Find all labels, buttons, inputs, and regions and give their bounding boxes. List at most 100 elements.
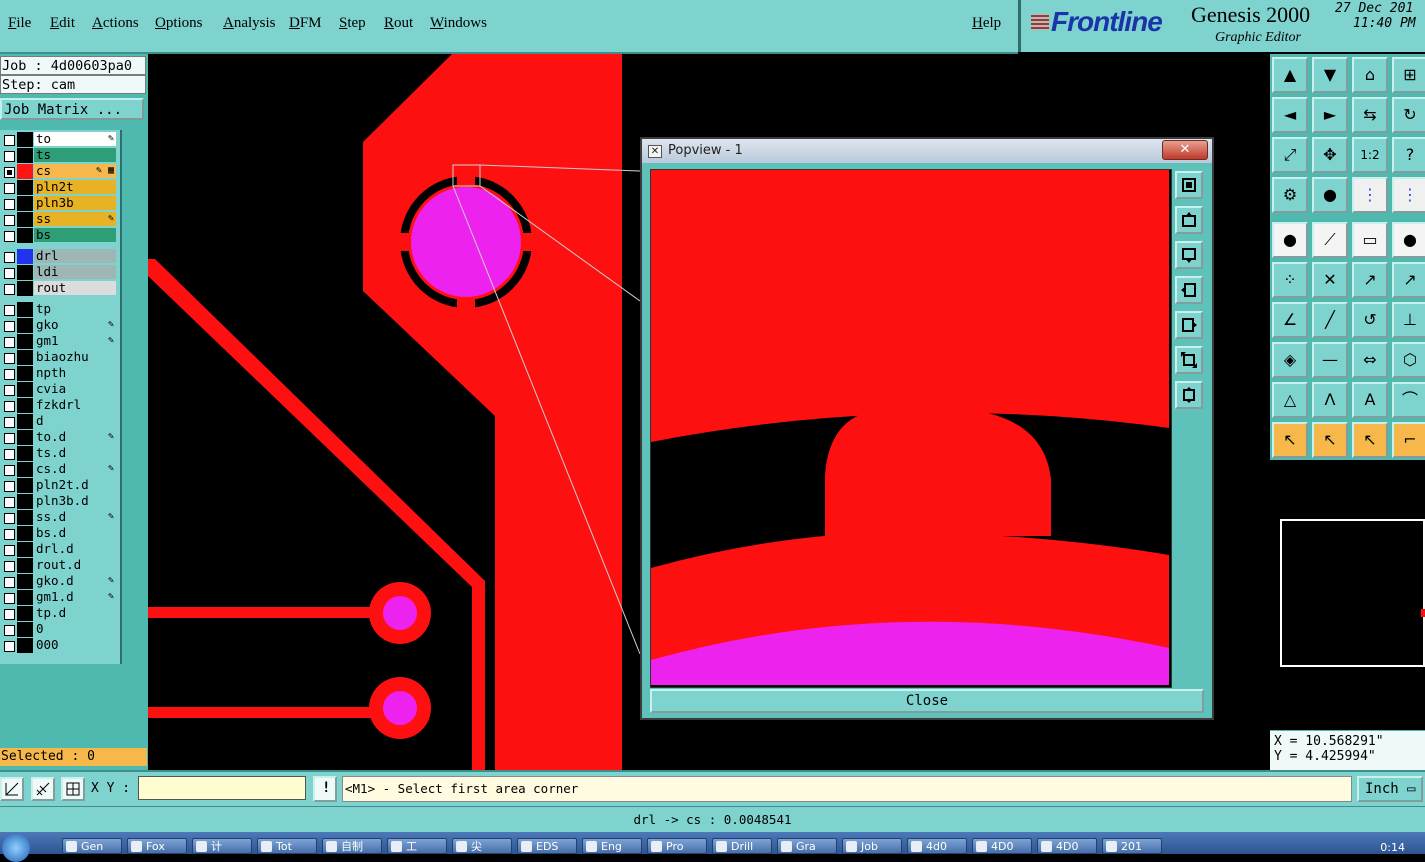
layer-row[interactable]: ts.d bbox=[1, 446, 118, 461]
taskbar-item[interactable]: Pro bbox=[647, 838, 707, 854]
window-close-button[interactable]: ✕ bbox=[1162, 140, 1208, 160]
layer-row[interactable]: cs ✎ ▦ bbox=[1, 164, 118, 179]
tool-button-select-box[interactable]: ↖ bbox=[1312, 422, 1348, 458]
layer-checkbox[interactable] bbox=[4, 465, 15, 476]
tool-button-line-edit[interactable]: ↗ bbox=[1392, 262, 1425, 298]
layer-color-swatch[interactable] bbox=[17, 334, 33, 349]
layer-name[interactable]: tp bbox=[34, 302, 116, 316]
layer-color-swatch[interactable] bbox=[17, 462, 33, 477]
menu-windows[interactable]: Windows bbox=[430, 15, 487, 32]
layer-name[interactable]: drl bbox=[34, 249, 116, 263]
layer-color-swatch[interactable] bbox=[17, 249, 33, 264]
layer-checkbox[interactable] bbox=[4, 268, 15, 279]
layer-name[interactable]: 0 bbox=[34, 622, 116, 636]
menu-rout[interactable]: Rout bbox=[384, 15, 413, 32]
layer-color-swatch[interactable] bbox=[17, 350, 33, 365]
layer-color-swatch[interactable] bbox=[17, 281, 33, 296]
menu-step[interactable]: Step bbox=[339, 15, 366, 32]
layer-checkbox[interactable] bbox=[4, 529, 15, 540]
layer-color-swatch[interactable] bbox=[17, 366, 33, 381]
tool-button-ruler[interactable]: ▭ bbox=[1352, 222, 1388, 258]
pv-zoom-in-button[interactable] bbox=[1175, 346, 1203, 374]
pv-zoom-out-button[interactable] bbox=[1175, 381, 1203, 409]
tool-button-triangle[interactable]: △ bbox=[1272, 382, 1308, 418]
taskbar-item[interactable]: 4d0 bbox=[907, 838, 967, 854]
layer-name[interactable]: cs.d bbox=[34, 462, 116, 476]
tool-button-select-net[interactable]: ↖ bbox=[1352, 422, 1388, 458]
tool-button-add-pad[interactable]: ⁘ bbox=[1272, 262, 1308, 298]
layer-row[interactable]: npth bbox=[1, 366, 118, 381]
pv-pan-down-button[interactable] bbox=[1175, 241, 1203, 269]
layer-checkbox[interactable] bbox=[4, 561, 15, 572]
layer-color-swatch[interactable] bbox=[17, 398, 33, 413]
layer-row[interactable]: pln2t bbox=[1, 180, 118, 195]
layer-name[interactable]: pln3b.d bbox=[34, 494, 116, 508]
layer-checkbox[interactable] bbox=[4, 167, 15, 178]
layer-row[interactable]: bs bbox=[1, 228, 118, 243]
units-selector[interactable]: Inch ▭ bbox=[1357, 776, 1423, 802]
tool-button-home-down[interactable]: ▼ bbox=[1312, 57, 1348, 93]
layer-name[interactable]: ts.d bbox=[34, 446, 116, 460]
tool-button-scale-1to1[interactable]: 1:2 bbox=[1352, 137, 1388, 173]
job-matrix-button[interactable]: Job Matrix ... bbox=[0, 98, 144, 120]
menu-options[interactable]: Options bbox=[155, 15, 203, 32]
layer-checkbox[interactable] bbox=[4, 337, 15, 348]
taskbar-item[interactable]: Gen bbox=[62, 838, 122, 854]
layer-row[interactable]: biaozhu bbox=[1, 350, 118, 365]
layer-color-swatch[interactable] bbox=[17, 302, 33, 317]
tool-button-select-arrow[interactable]: ↖ bbox=[1272, 422, 1308, 458]
tool-button-netlist[interactable]: ⋮ bbox=[1392, 177, 1425, 213]
layer-color-swatch[interactable] bbox=[17, 446, 33, 461]
layer-color-swatch[interactable] bbox=[17, 414, 33, 429]
layer-color-swatch[interactable] bbox=[17, 318, 33, 333]
layer-row[interactable]: pln3b.d bbox=[1, 494, 118, 509]
layer-name[interactable]: tp.d bbox=[34, 606, 116, 620]
layer-row[interactable]: gko ✎ bbox=[1, 318, 118, 333]
tool-button-snap-grid[interactable]: ⊞ bbox=[1392, 57, 1425, 93]
taskbar-item[interactable]: Eng bbox=[582, 838, 642, 854]
layer-checkbox[interactable] bbox=[4, 609, 15, 620]
layer-name[interactable]: pln2t.d bbox=[34, 478, 116, 492]
taskbar-item[interactable]: 201 bbox=[1102, 838, 1162, 854]
layer-checkbox[interactable] bbox=[4, 481, 15, 492]
layer-color-swatch[interactable] bbox=[17, 212, 33, 227]
layer-checkbox[interactable] bbox=[4, 641, 15, 652]
layer-name[interactable]: drl.d bbox=[34, 542, 116, 556]
taskbar-item[interactable]: Tot bbox=[257, 838, 317, 854]
tool-button-text-a[interactable]: A bbox=[1352, 382, 1388, 418]
tool-button-arc[interactable]: ∠ bbox=[1272, 302, 1308, 338]
tool-button-move[interactable]: ↗ bbox=[1352, 262, 1388, 298]
pv-zoom-fit-button[interactable] bbox=[1175, 171, 1203, 199]
layer-name[interactable]: rout bbox=[34, 281, 116, 295]
grid-button[interactable] bbox=[61, 777, 85, 801]
popview-canvas[interactable] bbox=[650, 169, 1172, 688]
layer-checkbox[interactable] bbox=[4, 625, 15, 636]
layer-name[interactable]: rout.d bbox=[34, 558, 116, 572]
layer-checkbox[interactable] bbox=[4, 449, 15, 460]
pv-pan-right-button[interactable] bbox=[1175, 311, 1203, 339]
layer-name[interactable]: cvia bbox=[34, 382, 116, 396]
layer-color-swatch[interactable] bbox=[17, 180, 33, 195]
taskbar-item[interactable]: Drill bbox=[712, 838, 772, 854]
layer-row[interactable]: d bbox=[1, 414, 118, 429]
taskbar-item[interactable]: 4D0 bbox=[972, 838, 1032, 854]
layer-name[interactable]: gm1 bbox=[34, 334, 116, 348]
taskbar-item[interactable]: Gra bbox=[777, 838, 837, 854]
layer-name[interactable]: npth bbox=[34, 366, 116, 380]
taskbar-item[interactable]: 计 bbox=[192, 838, 252, 854]
menu-dfm[interactable]: DFM bbox=[289, 15, 322, 32]
layer-color-swatch[interactable] bbox=[17, 606, 33, 621]
taskbar-item[interactable]: Job bbox=[842, 838, 902, 854]
layer-row[interactable]: ss ✎ bbox=[1, 212, 118, 227]
layer-checkbox[interactable] bbox=[4, 433, 15, 444]
tool-button-zoom-fit[interactable]: ⤢ bbox=[1272, 137, 1308, 173]
info-button[interactable]: ! bbox=[313, 776, 337, 802]
start-button[interactable] bbox=[2, 834, 30, 862]
layer-checkbox[interactable] bbox=[4, 321, 15, 332]
layer-checkbox[interactable] bbox=[4, 215, 15, 226]
layer-checkbox[interactable] bbox=[4, 252, 15, 263]
layer-name[interactable]: gko bbox=[34, 318, 116, 332]
layer-color-swatch[interactable] bbox=[17, 574, 33, 589]
popview-window[interactable]: ✕ Popview - 1 ✕ Close bbox=[640, 137, 1214, 720]
layer-color-swatch[interactable] bbox=[17, 164, 33, 179]
